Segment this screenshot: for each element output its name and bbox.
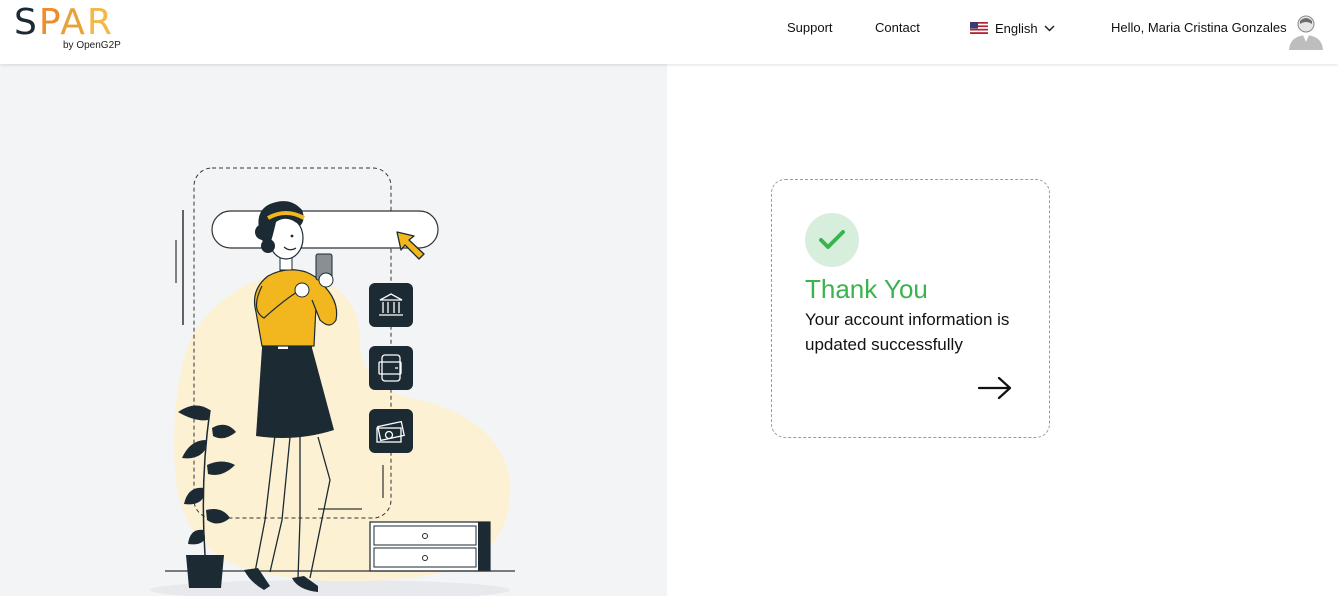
logo-letter-a: A [60, 2, 87, 43]
logo-wordmark: SPAR [14, 4, 114, 42]
nav-support-link[interactable]: Support [787, 20, 833, 35]
success-card: Thank You Your account information is up… [771, 179, 1050, 438]
success-check-badge [805, 213, 859, 267]
chevron-down-icon [1044, 24, 1055, 32]
woman-phone-payment-illustration [150, 167, 515, 596]
illustration-panel [0, 64, 667, 596]
nav-contact-link[interactable]: Contact [875, 20, 920, 35]
us-flag-icon [970, 22, 988, 34]
logo-letter-r: R [86, 2, 114, 43]
arrow-right-icon[interactable] [977, 376, 1013, 400]
user-greeting: Hello, Maria Cristina Gonzales [1111, 20, 1287, 35]
spar-logo[interactable]: SPAR by OpenG2P [14, 4, 134, 56]
language-label: English [995, 20, 1038, 36]
user-avatar-icon[interactable] [1286, 11, 1326, 51]
app-header: SPAR by OpenG2P Support Contact English … [0, 0, 1338, 64]
success-message: Your account information is updated succ… [805, 310, 1010, 354]
logo-letter-s: S [14, 2, 39, 43]
check-icon [819, 230, 845, 249]
logo-letter-p: P [38, 2, 61, 43]
language-selector[interactable]: English [970, 18, 1055, 38]
logo-subtitle: by OpenG2P [63, 40, 121, 51]
success-title: Thank You [805, 274, 928, 304]
